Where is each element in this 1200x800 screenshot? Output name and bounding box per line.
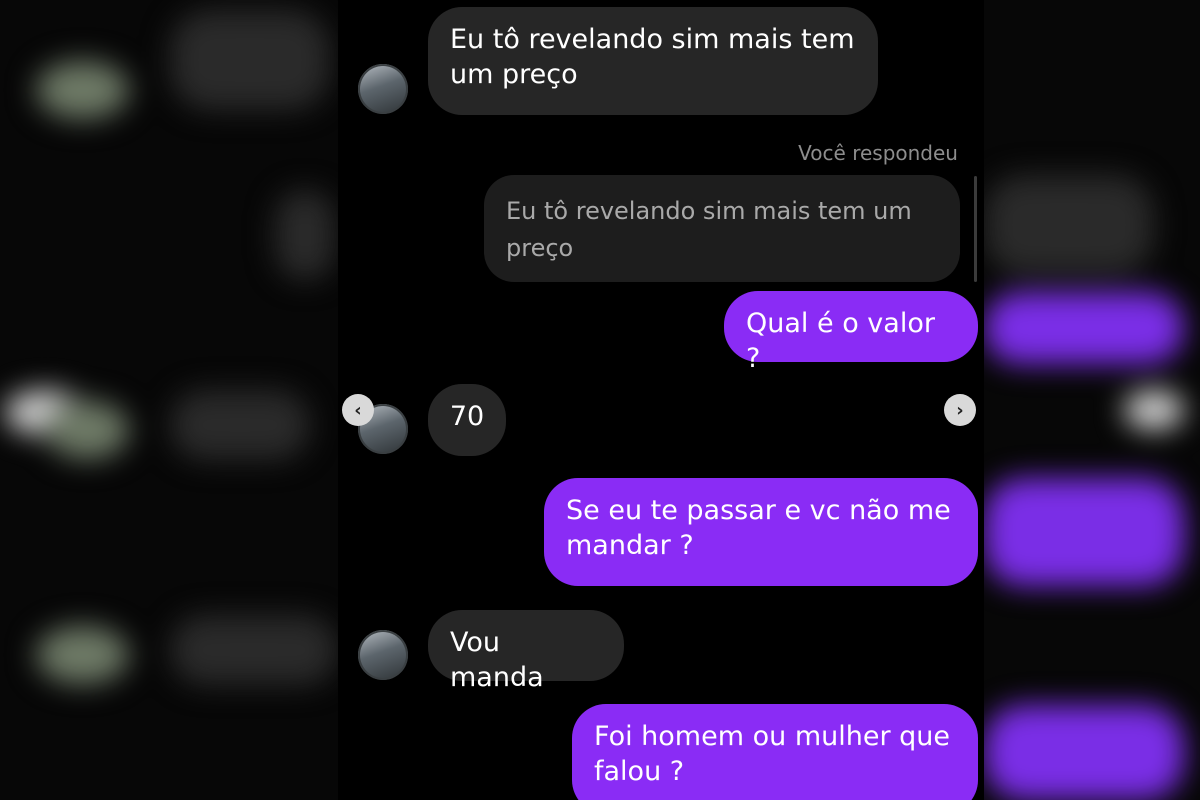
message-text: Eu tô revelando sim mais tem um preço bbox=[450, 24, 855, 90]
blurred-background-left bbox=[0, 0, 338, 800]
outgoing-message-bubble[interactable]: Se eu te passar e vc não me mandar ? bbox=[544, 478, 978, 586]
outgoing-message-bubble[interactable]: Qual é o valor ? bbox=[724, 291, 978, 374]
prev-glyph: ‹ bbox=[354, 399, 362, 421]
message-text: Qual é o valor ? bbox=[746, 308, 935, 374]
reply-label: Você respondeu bbox=[798, 141, 958, 165]
blurred-background-right bbox=[984, 0, 1200, 800]
incoming-message-bubble[interactable]: Eu tô revelando sim mais tem um preço bbox=[428, 7, 878, 115]
message-text: Se eu te passar e vc não me mandar ? bbox=[566, 495, 951, 561]
message-text: 70 bbox=[449, 401, 485, 432]
incoming-message-bubble[interactable]: Vou manda bbox=[428, 610, 624, 693]
quoted-message-bubble[interactable]: Eu tô revelando sim mais tem um preço bbox=[484, 175, 960, 282]
message-text: Vou manda bbox=[450, 627, 544, 693]
chat-thread: Eu tô revelando sim mais tem um preço Vo… bbox=[338, 0, 984, 800]
next-glyph: › bbox=[956, 399, 964, 421]
quote-indicator-bar bbox=[974, 176, 977, 282]
chevron-right-icon[interactable]: › bbox=[944, 394, 976, 426]
contact-avatar[interactable] bbox=[358, 630, 408, 680]
contact-avatar[interactable] bbox=[358, 64, 408, 114]
incoming-message-bubble[interactable]: 70 bbox=[428, 384, 506, 456]
quoted-message-text: Eu tô revelando sim mais tem um preço bbox=[506, 197, 912, 262]
outgoing-message-bubble[interactable]: Foi homem ou mulher que falou ? bbox=[572, 704, 978, 800]
message-text: Foi homem ou mulher que falou ? bbox=[594, 721, 950, 787]
chevron-left-icon[interactable]: ‹ bbox=[342, 394, 374, 426]
